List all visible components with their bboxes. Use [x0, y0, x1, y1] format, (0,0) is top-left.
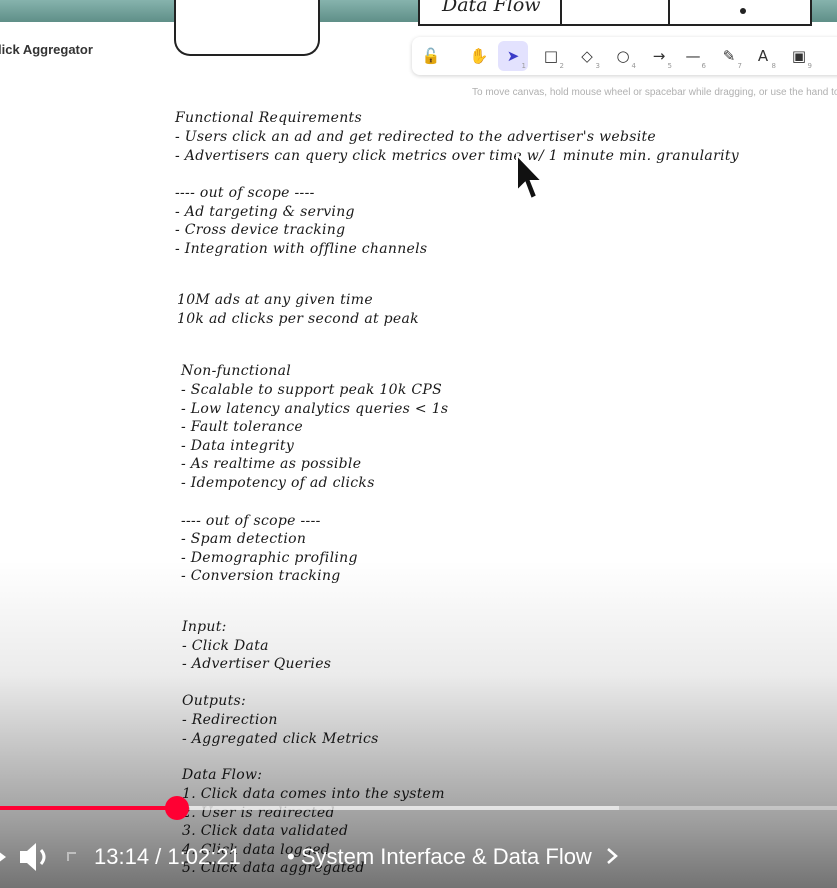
box-divider — [560, 0, 562, 24]
pencil-icon: ✎ — [722, 47, 736, 65]
diamond-tool-button[interactable]: ◇ 3 — [572, 41, 602, 71]
note-line: 1. Click data comes into the system — [182, 786, 445, 802]
functional-title: Functional Requirements — [175, 110, 362, 126]
tool-shortcut-number: 2 — [559, 62, 564, 70]
lock-tool-button[interactable]: 🔓 — [416, 41, 446, 71]
data-flow-box-label: Data Flow — [442, 0, 541, 16]
canvas-shape-data-flow-box: Data Flow — [418, 0, 812, 26]
ellipse-icon: ○ — [616, 47, 630, 65]
tool-shortcut-number: 5 — [667, 62, 672, 70]
note-line: - Integration with offline channels — [175, 241, 428, 257]
mouse-cursor-icon — [516, 153, 543, 201]
note-line: 10M ads at any given time — [177, 292, 373, 308]
hand-tool-button[interactable]: ✋ — [464, 41, 494, 71]
diamond-icon: ◇ — [581, 47, 593, 65]
tool-shortcut-number: 8 — [771, 62, 776, 70]
play-button[interactable] — [0, 846, 8, 872]
image-tool-button[interactable]: ▣ 9 — [784, 41, 814, 71]
time-display: 13:14 / 1:02:21 — [94, 844, 241, 869]
hand-icon: ✋ — [469, 47, 489, 65]
note-line: - Fault tolerance — [181, 419, 303, 435]
note-line: - Redirection — [182, 712, 278, 728]
tool-shortcut-number: 4 — [631, 62, 636, 70]
note-line: - Ad targeting & serving — [175, 204, 355, 220]
box-dot — [740, 8, 746, 14]
lock-icon: 🔓 — [421, 47, 441, 65]
pencil-tool-button[interactable]: ✎ 7 — [714, 41, 744, 71]
note-line: - Aggregated click Metrics — [182, 731, 379, 747]
note-line: - Advertisers can query click metrics ov… — [175, 148, 739, 164]
canvas-shape-rounded-box — [174, 0, 320, 56]
ellipse-tool-button[interactable]: ○ 4 — [608, 41, 638, 71]
text-icon: A — [757, 47, 769, 65]
captions-faded-icon — [66, 848, 80, 867]
arrow-tool-button[interactable]: → 5 — [644, 41, 674, 71]
note-line: - Data integrity — [181, 438, 295, 454]
rectangle-icon: □ — [543, 47, 559, 65]
dataflow-title: Data Flow: — [182, 767, 263, 783]
note-line: - As realtime as possible — [181, 456, 362, 472]
outputs-title: Outputs: — [182, 693, 247, 709]
box-divider — [668, 0, 670, 24]
note-line: - Scalable to support peak 10k CPS — [181, 382, 442, 398]
app-title: lick Aggregator — [0, 42, 93, 57]
volume-icon[interactable] — [16, 838, 56, 880]
tool-shortcut-number: 3 — [595, 62, 600, 70]
note-line: - Idempotency of ad clicks — [181, 475, 375, 491]
note-line: - Click Data — [182, 638, 269, 654]
oos-title: ---- out of scope ---- — [181, 513, 321, 529]
chapter-separator: • — [287, 844, 301, 869]
drawing-toolbar: 🔓 ✋ ➤ 1 □ 2 ◇ 3 ○ 4 → 5—6 ✎ 7 A 8 ▣ 9 — [412, 37, 837, 75]
tool-shortcut-number: 7 — [737, 62, 742, 70]
input-title: Input: — [182, 619, 227, 635]
line-icon: — — [685, 47, 701, 65]
progress-bar[interactable] — [0, 796, 837, 820]
rectangle-tool-button[interactable]: □ 2 — [536, 41, 566, 71]
canvas-hint: To move canvas, hold mouse wheel or spac… — [472, 87, 837, 98]
note-line: - Users click an ad and get redirected t… — [175, 129, 657, 145]
note-line: - Advertiser Queries — [182, 656, 332, 672]
note-line: - Conversion tracking — [181, 568, 341, 584]
nonfunctional-title: Non-functional — [181, 363, 292, 379]
note-line: 3. Click data validated — [182, 823, 349, 839]
pointer-tool-button[interactable]: ➤ 1 — [498, 41, 528, 71]
chapter-label: System Interface & Data Flow — [300, 844, 592, 869]
note-line: - Low latency analytics queries < 1s — [181, 401, 449, 417]
note-line: 10k ad clicks per second at peak — [177, 311, 419, 327]
tool-shortcut-number: 6 — [701, 62, 706, 70]
tool-shortcut-number: 9 — [807, 62, 812, 70]
chevron-right-icon — [607, 848, 618, 864]
player-shade — [0, 560, 837, 888]
arrow-icon: → — [652, 47, 666, 65]
chapter-title[interactable]: • System Interface & Data Flow — [287, 844, 620, 870]
progress-played — [0, 806, 178, 810]
oos-title: ---- out of scope ---- — [175, 185, 315, 201]
line-tool-button[interactable]: —6 — [678, 41, 708, 71]
note-line: - Demographic profiling — [181, 550, 358, 566]
image-icon: ▣ — [791, 47, 807, 65]
note-line: - Cross device tracking — [175, 222, 346, 238]
tool-shortcut-number: 1 — [521, 62, 526, 70]
pointer-icon: ➤ — [506, 47, 520, 65]
text-tool-button[interactable]: A8 — [748, 41, 778, 71]
note-line: - Spam detection — [181, 531, 307, 547]
